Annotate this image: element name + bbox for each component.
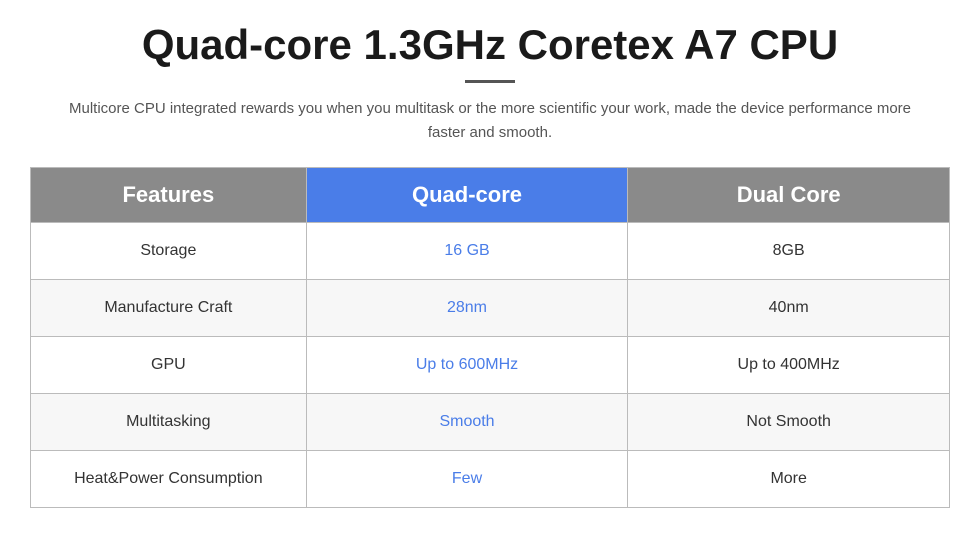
- table-row: Manufacture Craft28nm40nm: [31, 280, 950, 337]
- page-subtitle: Multicore CPU integrated rewards you whe…: [60, 97, 920, 145]
- title-divider: [465, 80, 515, 83]
- cell-dualcore-value: Up to 400MHz: [628, 337, 950, 394]
- col-header-features: Features: [31, 168, 307, 223]
- cell-dualcore-value: More: [628, 451, 950, 508]
- cell-dualcore-value: 8GB: [628, 223, 950, 280]
- cell-feature: Manufacture Craft: [31, 280, 307, 337]
- cell-dualcore-value: Not Smooth: [628, 394, 950, 451]
- cell-quadcore-value: 16 GB: [306, 223, 628, 280]
- table-row: Heat&Power ConsumptionFewMore: [31, 451, 950, 508]
- comparison-table: Features Quad-core Dual Core Storage16 G…: [30, 167, 950, 508]
- cell-feature: Storage: [31, 223, 307, 280]
- cell-quadcore-value: Few: [306, 451, 628, 508]
- cell-dualcore-value: 40nm: [628, 280, 950, 337]
- cell-quadcore-value: 28nm: [306, 280, 628, 337]
- col-header-dualcore: Dual Core: [628, 168, 950, 223]
- col-header-quadcore: Quad-core: [306, 168, 628, 223]
- table-header-row: Features Quad-core Dual Core: [31, 168, 950, 223]
- cell-feature: Multitasking: [31, 394, 307, 451]
- table-row: Storage16 GB8GB: [31, 223, 950, 280]
- cell-feature: Heat&Power Consumption: [31, 451, 307, 508]
- table-row: GPUUp to 600MHzUp to 400MHz: [31, 337, 950, 394]
- page-title: Quad-core 1.3GHz Coretex A7 CPU: [142, 20, 838, 70]
- cell-quadcore-value: Smooth: [306, 394, 628, 451]
- table-row: MultitaskingSmoothNot Smooth: [31, 394, 950, 451]
- cell-quadcore-value: Up to 600MHz: [306, 337, 628, 394]
- cell-feature: GPU: [31, 337, 307, 394]
